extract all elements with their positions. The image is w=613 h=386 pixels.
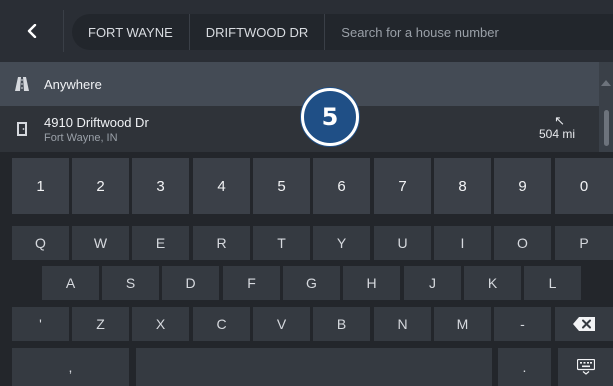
chevron-left-icon <box>27 24 36 38</box>
key-7[interactable]: 7 <box>374 158 431 214</box>
key-z[interactable]: Z <box>72 307 129 341</box>
address-search-field: FORT WAYNE DRIFTWOOD DR Search for a hou… <box>72 14 613 50</box>
result-title: 4910 Driftwood Dr <box>44 114 149 130</box>
key-l[interactable]: L <box>524 266 581 300</box>
key-hyphen[interactable]: - <box>494 307 551 341</box>
key-k[interactable]: K <box>464 266 521 300</box>
keyboard-hide-icon <box>576 359 595 375</box>
distance-value: 504 mi <box>538 127 575 141</box>
key-w[interactable]: W <box>72 226 129 260</box>
key-apostrophe[interactable]: ' <box>12 307 69 341</box>
key-t[interactable]: T <box>253 226 310 260</box>
key-e[interactable]: E <box>132 226 189 260</box>
backspace-icon <box>573 317 595 331</box>
key-0[interactable]: 0 <box>555 158 613 214</box>
key-comma[interactable]: , <box>12 348 129 386</box>
key-x[interactable]: X <box>132 307 189 341</box>
key-y[interactable]: Y <box>313 226 370 260</box>
result-title: Anywhere <box>44 76 102 92</box>
back-button[interactable] <box>0 10 64 52</box>
hide-keyboard-key[interactable] <box>558 348 613 386</box>
road-icon <box>0 76 44 92</box>
key-m[interactable]: M <box>434 307 491 341</box>
key-8[interactable]: 8 <box>434 158 491 214</box>
key-b[interactable]: B <box>313 307 370 341</box>
key-9[interactable]: 9 <box>494 158 551 214</box>
key-6[interactable]: 6 <box>313 158 370 214</box>
street-chip[interactable]: DRIFTWOOD DR <box>190 14 326 50</box>
key-h[interactable]: H <box>343 266 400 300</box>
step-badge: 5 <box>301 88 359 146</box>
house-number-input[interactable]: Search for a house number <box>325 14 515 50</box>
key-3[interactable]: 3 <box>132 158 189 214</box>
result-subtitle: Fort Wayne, IN <box>44 131 118 144</box>
key-c[interactable]: C <box>193 307 250 341</box>
key-j[interactable]: J <box>404 266 461 300</box>
door-icon <box>0 121 44 137</box>
key-5[interactable]: 5 <box>253 158 310 214</box>
key-g[interactable]: G <box>283 266 340 300</box>
key-d[interactable]: D <box>162 266 219 300</box>
key-1[interactable]: 1 <box>12 158 69 214</box>
key-o[interactable]: O <box>494 226 551 260</box>
space-key[interactable] <box>136 348 492 386</box>
key-p[interactable]: P <box>555 226 613 260</box>
arrow-up-left-icon: ↖ <box>554 113 565 128</box>
key-r[interactable]: R <box>193 226 250 260</box>
key-n[interactable]: N <box>374 307 431 341</box>
key-s[interactable]: S <box>102 266 159 300</box>
key-v[interactable]: V <box>253 307 310 341</box>
backspace-key[interactable] <box>555 307 613 341</box>
result-distance: ↖ 504 mi <box>539 114 575 141</box>
key-2[interactable]: 2 <box>72 158 129 214</box>
search-bar: FORT WAYNE DRIFTWOOD DR Search for a hou… <box>0 0 613 62</box>
key-q[interactable]: Q <box>12 226 69 260</box>
key-u[interactable]: U <box>374 226 431 260</box>
scrollbar-thumb[interactable] <box>604 110 609 146</box>
key-a[interactable]: A <box>42 266 99 300</box>
key-4[interactable]: 4 <box>193 158 250 214</box>
key-f[interactable]: F <box>223 266 280 300</box>
onscreen-keyboard: 1 2 3 4 5 6 7 8 9 0 Q W E R T Y U I O P … <box>0 152 613 386</box>
scroll-up-icon[interactable] <box>601 80 611 86</box>
key-period[interactable]: . <box>498 348 551 386</box>
key-i[interactable]: I <box>434 226 491 260</box>
city-chip[interactable]: FORT WAYNE <box>72 14 190 50</box>
